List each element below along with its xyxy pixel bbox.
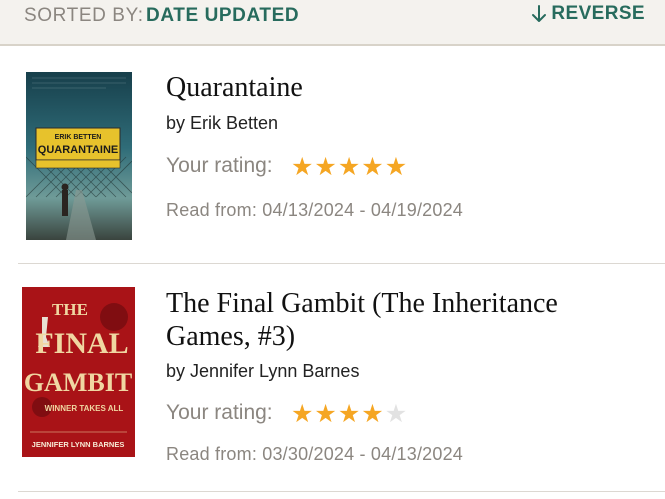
arrow-down-icon [531, 4, 547, 24]
reverse-label: REVERSE [551, 3, 645, 24]
cover-tagline: WINNER TAKES ALL [45, 404, 124, 413]
book-title[interactable]: The Final Gambit (The Inheritance Games,… [166, 287, 646, 353]
sort-label: SORTED BY: [24, 5, 144, 26]
book-item[interactable]: THE FINAL GAMBIT WINNER TAKES ALL JENNIF… [0, 264, 665, 499]
cover-title-text: QUARANTAINE [38, 144, 118, 156]
read-dates: Read from: 03/30/2024 - 04/13/2024 [166, 444, 464, 464]
sort-dropdown[interactable]: DATE UPDATED [146, 5, 299, 27]
star-filled-icon[interactable]: ★ [314, 153, 336, 181]
read-dates: Read from: 04/13/2024 - 04/19/2024 [166, 200, 464, 220]
star-filled-icon[interactable]: ★ [361, 400, 383, 428]
star-filled-icon[interactable]: ★ [314, 400, 336, 428]
star-rating[interactable]: ★ ★ ★ ★ ★ [291, 400, 407, 428]
cover-line1: THE [52, 300, 88, 319]
cover-author-text: JENNIFER LYNN BARNES [32, 440, 125, 449]
star-filled-icon[interactable]: ★ [338, 153, 360, 181]
book-cover[interactable]: ERIK BETTEN QUARANTAINE [26, 72, 132, 240]
divider [18, 491, 665, 492]
book-cover[interactable]: THE FINAL GAMBIT WINNER TAKES ALL JENNIF… [22, 287, 135, 457]
star-empty-icon[interactable]: ★ [385, 400, 407, 428]
star-filled-icon[interactable]: ★ [385, 153, 407, 181]
book-item[interactable]: ERIK BETTEN QUARANTAINE Quarantaine by E… [0, 47, 665, 264]
book-author[interactable]: by Jennifer Lynn Barnes [166, 361, 359, 382]
cover-line3: GAMBIT [24, 368, 132, 397]
rating-label: Your rating: [166, 401, 273, 424]
rating-label: Your rating: [166, 154, 273, 177]
star-filled-icon[interactable]: ★ [291, 400, 313, 428]
star-rating[interactable]: ★ ★ ★ ★ ★ [291, 153, 407, 181]
reverse-button[interactable]: REVERSE [531, 3, 645, 25]
book-author[interactable]: by Erik Betten [166, 113, 278, 134]
star-filled-icon[interactable]: ★ [338, 400, 360, 428]
sort-bar: SORTED BY: DATE UPDATED REVERSE [0, 0, 665, 46]
book-title[interactable]: Quarantaine [166, 71, 646, 104]
cover-line2: FINAL [35, 327, 128, 360]
star-filled-icon[interactable]: ★ [361, 153, 383, 181]
cover-author-text: ERIK BETTEN [55, 134, 102, 141]
star-filled-icon[interactable]: ★ [291, 153, 313, 181]
